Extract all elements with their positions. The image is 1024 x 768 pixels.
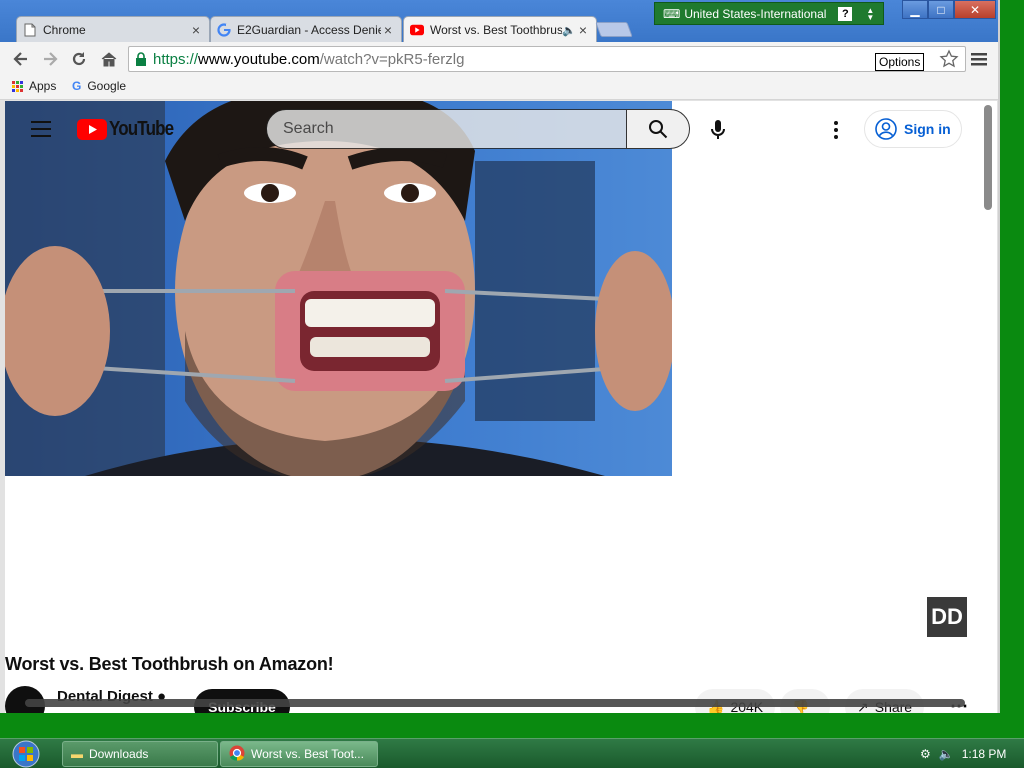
- audio-icon[interactable]: 🔈: [562, 24, 576, 37]
- chrome-window: Chrome × E2Guardian - Access Denie × Wor…: [0, 0, 1000, 713]
- options-tooltip: Options: [875, 53, 925, 71]
- arrow-left-icon: [13, 52, 27, 66]
- taskbar-item-label: Downloads: [89, 747, 149, 761]
- account-icon: [875, 118, 897, 140]
- search-button[interactable]: [626, 109, 690, 149]
- video-frame-image: [5, 101, 672, 476]
- minimize-button[interactable]: ▁: [902, 0, 928, 19]
- web-page: YouTube Search Sign in DD Worst vs. Best…: [5, 101, 997, 713]
- close-icon[interactable]: ×: [381, 22, 395, 38]
- address-bar[interactable]: https://www.youtube.com/watch?v=pkR5-fer…: [128, 46, 966, 72]
- folder-icon: ▬: [71, 747, 83, 761]
- search-input[interactable]: Search: [266, 109, 627, 149]
- page-icon: [23, 23, 37, 37]
- vertical-scrollbar[interactable]: [980, 101, 997, 713]
- youtube-header: YouTube Search Sign in: [5, 101, 997, 157]
- windows-logo-icon: [12, 740, 40, 768]
- keyboard-layout-indicator[interactable]: ⌨ United States-International ? ▲ ▼: [654, 2, 884, 25]
- tab-chrome[interactable]: Chrome ×: [16, 16, 210, 42]
- channel-watermark[interactable]: DD: [927, 597, 967, 637]
- taskbar-item-chrome[interactable]: Worst vs. Best Toot...: [220, 741, 378, 767]
- keyboard-layout-label: United States-International: [684, 6, 827, 21]
- network-icon[interactable]: ⚙: [920, 747, 931, 761]
- star-icon: [939, 49, 959, 68]
- hamburger-icon[interactable]: [31, 121, 51, 137]
- volume-icon[interactable]: 🔈: [939, 747, 954, 761]
- bookmark-google[interactable]: G Google: [72, 79, 126, 93]
- search-icon: [649, 120, 668, 139]
- url-text: https://www.youtube.com/watch?v=pkR5-fer…: [153, 51, 464, 68]
- forward-button[interactable]: [39, 48, 61, 70]
- taskbar-item-label: Worst vs. Best Toot...: [251, 747, 364, 761]
- system-tray: ⚙ 🔈 1:18 PM: [920, 739, 1006, 768]
- scrollbar-thumb[interactable]: [984, 105, 992, 210]
- bookmark-label: Apps: [29, 79, 57, 93]
- reload-icon: [72, 52, 86, 66]
- bookmark-star-button[interactable]: [938, 48, 960, 70]
- home-button[interactable]: [98, 48, 120, 70]
- hamburger-icon: [971, 53, 987, 66]
- home-icon: [101, 52, 117, 67]
- tab-title: Worst vs. Best Toothbrus: [430, 23, 562, 37]
- bookmark-label: Google: [87, 79, 127, 93]
- youtube-logo[interactable]: YouTube: [77, 118, 185, 141]
- start-button[interactable]: [6, 739, 46, 768]
- microphone-button[interactable]: [705, 117, 731, 143]
- keyboard-icon: ⌨: [663, 6, 681, 21]
- sign-in-button[interactable]: Sign in: [864, 110, 962, 148]
- clock[interactable]: 1:18 PM: [962, 747, 1007, 761]
- help-icon[interactable]: ?: [838, 6, 853, 21]
- close-window-button[interactable]: ✕: [954, 0, 996, 19]
- lock-icon[interactable]: [129, 52, 153, 66]
- microphone-icon: [711, 120, 725, 139]
- taskbar-item-downloads[interactable]: ▬ Downloads: [62, 741, 218, 767]
- youtube-play-icon: [77, 119, 107, 140]
- tab-strip: Chrome × E2Guardian - Access Denie × Wor…: [0, 0, 998, 43]
- tab-e2guardian[interactable]: E2Guardian - Access Denie ×: [210, 16, 402, 42]
- url-scheme: https://: [153, 50, 199, 68]
- close-icon[interactable]: ×: [576, 22, 590, 38]
- google-g-icon: G: [72, 79, 82, 93]
- tab-title: E2Guardian - Access Denie: [237, 22, 381, 37]
- google-g-icon: [217, 22, 231, 37]
- more-options-button[interactable]: [825, 117, 847, 143]
- new-tab-button[interactable]: [595, 22, 633, 37]
- video-player[interactable]: [5, 101, 672, 476]
- back-button[interactable]: [10, 48, 32, 70]
- close-icon[interactable]: ×: [189, 22, 203, 38]
- chevron-updown-icon[interactable]: ▲ ▼: [866, 6, 874, 21]
- bookmark-apps[interactable]: Apps: [12, 79, 56, 93]
- video-title: Worst vs. Best Toothbrush on Amazon!: [5, 654, 334, 674]
- tab-youtube[interactable]: Worst vs. Best Toothbrus 🔈 ×: [403, 16, 597, 43]
- taskbar: ▬ Downloads Worst vs. Best Toot... ⚙ 🔈 1…: [0, 738, 1024, 768]
- reload-button[interactable]: [68, 48, 90, 70]
- apps-grid-icon: [12, 80, 23, 92]
- bookmarks-bar: Apps G Google: [0, 76, 998, 100]
- horizontal-scrollbar[interactable]: [25, 699, 965, 707]
- tab-title: Chrome: [43, 22, 86, 37]
- sign-in-label: Sign in: [904, 121, 951, 137]
- chrome-icon: [229, 745, 245, 764]
- menu-button[interactable]: [968, 48, 990, 70]
- arrow-right-icon: [44, 52, 58, 66]
- url-host: www.youtube.com: [198, 50, 320, 68]
- youtube-logo-text: YouTube: [109, 118, 174, 140]
- maximize-button[interactable]: □: [928, 0, 954, 19]
- url-path: /watch?v=pkR5-ferzlg: [319, 50, 465, 68]
- youtube-icon: [410, 23, 424, 37]
- browser-toolbar: https://www.youtube.com/watch?v=pkR5-fer…: [0, 42, 998, 76]
